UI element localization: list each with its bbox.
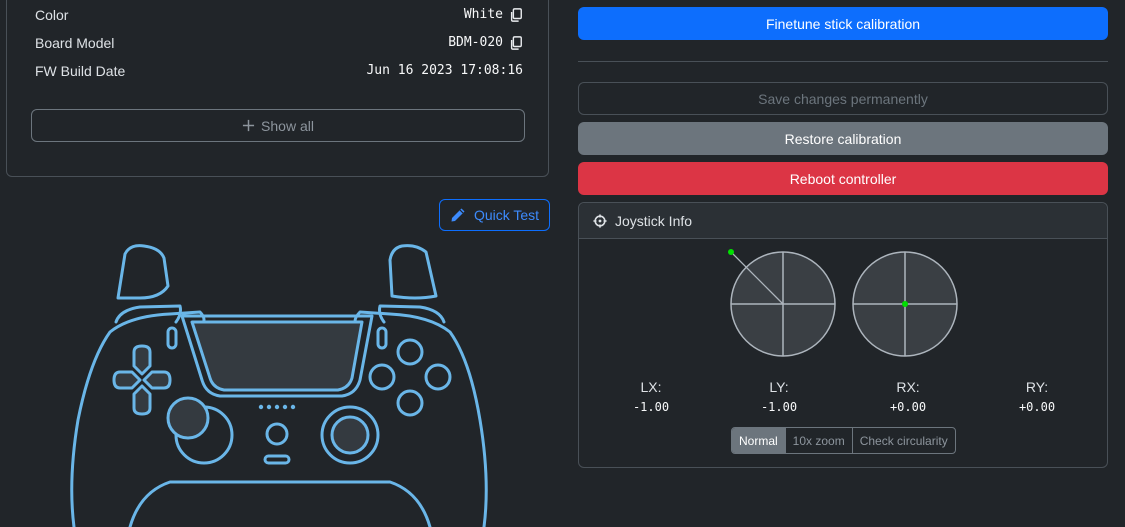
restore-label: Restore calibration — [784, 130, 902, 147]
axis-rx: RX: +0.00 — [878, 379, 938, 414]
plus-icon — [242, 119, 255, 132]
mode-10x-zoom-button[interactable]: 10x zoom — [786, 428, 853, 453]
axis-value: +0.00 — [1018, 400, 1056, 414]
joystick-info-title: Joystick Info — [615, 212, 693, 229]
copy-icon[interactable] — [509, 35, 523, 50]
device-info-card: Color White Board Model BDM-020 FW Build… — [6, 0, 549, 177]
info-label: Color — [35, 7, 69, 23]
options-button — [376, 326, 388, 350]
joystick-info-card: Joystick Info LX: -1.00 LY: -1.00 RX: +0… — [578, 202, 1108, 468]
copy-icon[interactable] — [509, 7, 523, 22]
fw-build-date-value: Jun 16 2023 17:08:16 — [366, 63, 523, 78]
mute-button — [263, 454, 291, 465]
axis-value: -1.00 — [760, 400, 798, 414]
dpad-left — [112, 370, 142, 390]
color-value: White — [463, 7, 503, 22]
view-mode-toggle: Normal 10x zoom Check circularity — [731, 427, 956, 454]
crosshair-icon — [593, 213, 607, 228]
restore-calibration-button[interactable]: Restore calibration — [578, 122, 1108, 155]
info-value: White — [464, 7, 523, 22]
right-trigger — [388, 244, 438, 300]
finetune-label: Finetune stick calibration — [765, 15, 921, 32]
axis-label: RY: — [1025, 379, 1049, 395]
right-stick-position-dot — [902, 301, 908, 307]
divider — [578, 61, 1108, 62]
cross-button — [396, 389, 424, 417]
axis-label: LX: — [640, 379, 662, 395]
info-row-board-model: Board Model BDM-020 — [35, 35, 523, 55]
axis-label: LY: — [769, 379, 789, 395]
left-stick-position-dot — [728, 249, 734, 255]
stick-visualizer — [728, 249, 958, 357]
info-value: BDM-020 — [448, 35, 523, 50]
axis-value: +0.00 — [889, 400, 927, 414]
left-trigger — [116, 244, 170, 300]
triangle-button — [396, 338, 424, 366]
axis-label: RX: — [896, 379, 920, 395]
dpad-down — [132, 384, 152, 416]
controller-illustration — [70, 244, 488, 527]
right-stick-cap — [330, 415, 370, 455]
save-label: Save changes permanently — [758, 90, 928, 107]
touchpad — [190, 320, 364, 392]
info-row-color: Color White — [35, 7, 523, 27]
player-leds — [258, 404, 296, 410]
info-label: FW Build Date — [35, 63, 126, 79]
circle-button — [424, 363, 452, 391]
pencil-icon — [451, 208, 465, 222]
left-stick-cap — [166, 396, 210, 440]
axis-ry: RY: +0.00 — [1007, 379, 1067, 414]
show-all-button[interactable]: Show all — [31, 109, 525, 142]
board-model-value: BDM-020 — [448, 35, 503, 50]
info-value: Jun 16 2023 17:08:16 — [366, 63, 523, 78]
create-button — [166, 326, 178, 350]
joystick-info-header: Joystick Info — [579, 203, 1107, 239]
controller-lower-body — [128, 480, 432, 527]
left-stick-circle — [728, 249, 836, 357]
dpad-up — [132, 344, 152, 376]
quick-test-button[interactable]: Quick Test — [439, 199, 550, 231]
finetune-calibration-button[interactable]: Finetune stick calibration — [578, 7, 1108, 40]
ps-button — [265, 422, 289, 446]
right-stick-circle — [852, 251, 958, 357]
axis-value: -1.00 — [632, 400, 670, 414]
reboot-label: Reboot controller — [789, 170, 897, 187]
axis-ly: LY: -1.00 — [749, 379, 809, 414]
dpad-right — [142, 370, 172, 390]
mode-normal-button[interactable]: Normal — [732, 428, 786, 453]
square-button — [368, 363, 396, 391]
info-row-fw-build-date: FW Build Date Jun 16 2023 17:08:16 — [35, 63, 523, 83]
quick-test-label: Quick Test — [473, 207, 540, 223]
mode-check-circularity-button[interactable]: Check circularity — [853, 428, 955, 453]
save-changes-button[interactable]: Save changes permanently — [578, 82, 1108, 115]
reboot-controller-button[interactable]: Reboot controller — [578, 162, 1108, 195]
show-all-label: Show all — [261, 117, 314, 134]
axis-lx: LX: -1.00 — [621, 379, 681, 414]
info-label: Board Model — [35, 35, 115, 51]
